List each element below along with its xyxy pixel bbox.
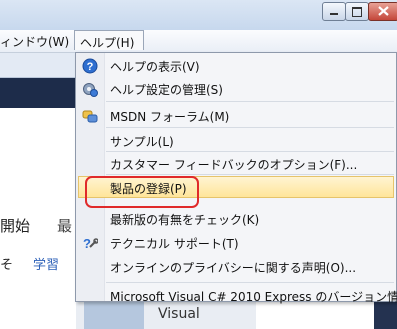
menu-bar: ィンドウ(W) ヘルプ(H) bbox=[0, 30, 397, 53]
help-settings-icon bbox=[83, 83, 98, 97]
menu-item-customer-feedback[interactable]: カスタマー フィードバックのオプション(F)... bbox=[76, 152, 396, 176]
menu-separator bbox=[106, 282, 394, 283]
close-button[interactable] bbox=[368, 2, 397, 21]
menu-item-label: テクニカル サポート(T) bbox=[110, 237, 239, 251]
svg-text:?: ? bbox=[87, 61, 94, 73]
menu-item-samples[interactable]: サンプル(L) bbox=[76, 129, 396, 153]
menu-item-msdn-forum[interactable]: MSDN フォーラム(M) bbox=[76, 104, 396, 128]
background-visual-text: Visual bbox=[158, 306, 200, 322]
menu-item-label: サンプル(L) bbox=[110, 135, 174, 149]
start-page-text: そ bbox=[0, 258, 14, 273]
help-circle-icon: ? bbox=[82, 58, 98, 74]
start-tab[interactable]: 開始 bbox=[0, 215, 30, 236]
maximize-button[interactable] bbox=[345, 2, 369, 21]
menu-item-check-updates[interactable]: 最新版の有無をチェック(K) bbox=[76, 207, 396, 231]
menu-item-label: Microsoft Visual C# 2010 Express のバージョン情… bbox=[110, 290, 397, 304]
menu-window[interactable]: ィンドウ(W) bbox=[0, 33, 69, 50]
background-toolbar bbox=[0, 53, 76, 78]
menu-item-about[interactable]: Microsoft Visual C# 2010 Express のバージョン情… bbox=[76, 284, 397, 308]
start-page-banner bbox=[0, 78, 76, 108]
maximize-icon bbox=[352, 7, 362, 17]
menu-item-label: カスタマー フィードバックのオプション(F)... bbox=[110, 158, 358, 172]
learn-link[interactable]: 学習 bbox=[33, 254, 59, 273]
menu-item-technical-support[interactable]: ? テクニカル サポート(T) bbox=[76, 231, 396, 255]
technical-support-icon: ? bbox=[83, 236, 98, 251]
menu-item-label: 最新版の有無をチェック(K) bbox=[110, 213, 260, 227]
msdn-forum-icon bbox=[82, 110, 98, 123]
close-icon bbox=[378, 6, 389, 16]
menu-item-label: ヘルプの表示(V) bbox=[110, 60, 200, 74]
menu-item-privacy-statement[interactable]: オンラインのプライバシーに関する声明(O)... bbox=[76, 255, 396, 279]
menu-item-view-help[interactable]: ? ヘルプの表示(V) bbox=[76, 54, 396, 78]
annotation-highlight-box bbox=[85, 176, 199, 208]
menu-item-help-settings[interactable]: ヘルプ設定の管理(S) bbox=[76, 77, 396, 101]
window-titlebar bbox=[0, 0, 397, 30]
minimize-icon bbox=[330, 13, 338, 15]
menu-item-label: オンラインのプライバシーに関する声明(O)... bbox=[110, 261, 357, 275]
menu-separator bbox=[106, 101, 394, 102]
menu-help[interactable]: ヘルプ(H) bbox=[74, 30, 144, 50]
start-tab-2[interactable]: 最 bbox=[57, 215, 72, 236]
menu-item-label: ヘルプ設定の管理(S) bbox=[110, 83, 223, 97]
minimize-button[interactable] bbox=[322, 2, 346, 21]
menu-item-label: MSDN フォーラム(M) bbox=[110, 110, 230, 124]
svg-text:?: ? bbox=[83, 236, 91, 251]
